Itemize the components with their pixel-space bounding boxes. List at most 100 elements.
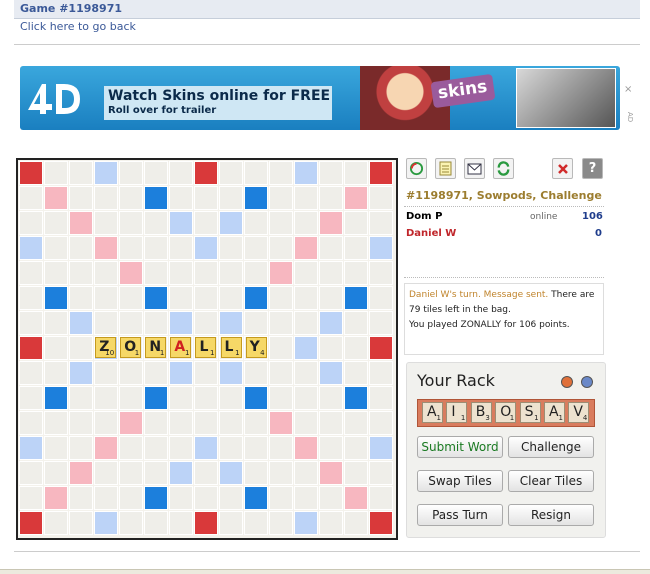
board-cell[interactable] bbox=[244, 486, 269, 511]
board-cell[interactable] bbox=[93, 185, 118, 210]
board-cell[interactable] bbox=[43, 185, 68, 210]
board-cell[interactable] bbox=[319, 210, 344, 235]
board-cell[interactable] bbox=[118, 185, 143, 210]
board-cell[interactable] bbox=[93, 411, 118, 436]
board-cell[interactable] bbox=[118, 386, 143, 411]
board-cell[interactable] bbox=[68, 310, 93, 335]
board-cell[interactable] bbox=[93, 436, 118, 461]
board-cell[interactable] bbox=[43, 386, 68, 411]
board-cell[interactable] bbox=[344, 160, 369, 185]
board-cell[interactable] bbox=[118, 310, 143, 335]
board-cell[interactable] bbox=[18, 335, 43, 360]
board-cell[interactable] bbox=[193, 386, 218, 411]
board-cell[interactable] bbox=[294, 160, 319, 185]
board-cell[interactable] bbox=[18, 361, 43, 386]
board-cell[interactable] bbox=[269, 335, 294, 360]
board-cell[interactable] bbox=[319, 260, 344, 285]
board-cell[interactable] bbox=[369, 386, 394, 411]
board-cell[interactable] bbox=[68, 461, 93, 486]
board-cell[interactable] bbox=[294, 511, 319, 536]
board-cell[interactable] bbox=[319, 386, 344, 411]
board-cell[interactable] bbox=[43, 235, 68, 260]
board-cell[interactable] bbox=[143, 160, 168, 185]
clear-tiles-button[interactable]: Clear Tiles bbox=[508, 470, 594, 492]
board-cell[interactable] bbox=[118, 411, 143, 436]
board-cell[interactable] bbox=[294, 411, 319, 436]
board-cell[interactable] bbox=[369, 511, 394, 536]
board-cell[interactable] bbox=[344, 436, 369, 461]
board-cell[interactable] bbox=[244, 235, 269, 260]
board-cell[interactable] bbox=[244, 461, 269, 486]
board-cell[interactable] bbox=[269, 461, 294, 486]
board-cell[interactable] bbox=[344, 411, 369, 436]
board-cell[interactable] bbox=[319, 185, 344, 210]
board-cell[interactable] bbox=[344, 486, 369, 511]
board-cell[interactable] bbox=[219, 260, 244, 285]
rack-tile[interactable]: O1 bbox=[495, 402, 517, 423]
board-cell[interactable] bbox=[244, 310, 269, 335]
board-cell[interactable] bbox=[319, 361, 344, 386]
board-cell[interactable] bbox=[319, 436, 344, 461]
board-cell[interactable] bbox=[244, 260, 269, 285]
board-cell[interactable] bbox=[193, 461, 218, 486]
board-cell[interactable] bbox=[118, 461, 143, 486]
board-cell[interactable] bbox=[294, 361, 319, 386]
board-cell[interactable] bbox=[68, 335, 93, 360]
board-cell[interactable] bbox=[369, 285, 394, 310]
board-cell[interactable] bbox=[118, 160, 143, 185]
board-cell[interactable] bbox=[193, 436, 218, 461]
board-cell[interactable] bbox=[68, 436, 93, 461]
board-cell[interactable] bbox=[294, 235, 319, 260]
board-cell[interactable] bbox=[193, 185, 218, 210]
board-cell[interactable] bbox=[18, 386, 43, 411]
board-cell[interactable] bbox=[319, 411, 344, 436]
board-cell[interactable] bbox=[369, 335, 394, 360]
board-cell[interactable] bbox=[344, 185, 369, 210]
board-cell[interactable] bbox=[344, 335, 369, 360]
notepad-icon[interactable] bbox=[435, 158, 456, 179]
board-cell[interactable] bbox=[244, 511, 269, 536]
board-cell[interactable] bbox=[269, 160, 294, 185]
board-cell[interactable] bbox=[219, 185, 244, 210]
board-cell[interactable] bbox=[68, 361, 93, 386]
board-cell[interactable] bbox=[43, 335, 68, 360]
board-cell[interactable] bbox=[168, 411, 193, 436]
board-cell[interactable] bbox=[294, 285, 319, 310]
board-cell[interactable] bbox=[18, 185, 43, 210]
board-cell[interactable] bbox=[18, 411, 43, 436]
board-cell[interactable] bbox=[18, 511, 43, 536]
board-cell[interactable] bbox=[93, 310, 118, 335]
board-cell[interactable] bbox=[269, 185, 294, 210]
board-cell[interactable] bbox=[18, 260, 43, 285]
board-cell[interactable] bbox=[193, 411, 218, 436]
board-cell[interactable] bbox=[369, 260, 394, 285]
board-cell[interactable] bbox=[244, 285, 269, 310]
rack-tile[interactable]: I1 bbox=[446, 402, 468, 423]
ad-banner[interactable]: Watch Skins online for FREE Roll over fo… bbox=[20, 66, 620, 130]
board-cell[interactable] bbox=[294, 486, 319, 511]
board-cell[interactable] bbox=[269, 210, 294, 235]
board-cell[interactable] bbox=[168, 436, 193, 461]
board-cell[interactable] bbox=[269, 411, 294, 436]
board-cell[interactable] bbox=[219, 361, 244, 386]
board-cell[interactable] bbox=[244, 436, 269, 461]
board-cell[interactable] bbox=[168, 361, 193, 386]
board-cell[interactable] bbox=[294, 260, 319, 285]
rack-tile[interactable]: V4 bbox=[568, 402, 590, 423]
board-cell[interactable] bbox=[143, 461, 168, 486]
board-cell[interactable] bbox=[294, 461, 319, 486]
blue-circle-icon[interactable] bbox=[581, 376, 593, 388]
board-cell[interactable] bbox=[369, 461, 394, 486]
board-cell[interactable] bbox=[244, 361, 269, 386]
board-cell[interactable] bbox=[118, 511, 143, 536]
board-cell[interactable] bbox=[193, 235, 218, 260]
rack-tile[interactable]: A1 bbox=[544, 402, 565, 423]
rack-tile[interactable]: A1 bbox=[422, 402, 443, 423]
board-cell[interactable] bbox=[369, 235, 394, 260]
board-cell[interactable] bbox=[43, 260, 68, 285]
board-cell[interactable] bbox=[43, 361, 68, 386]
board-cell[interactable] bbox=[168, 160, 193, 185]
board-cell[interactable] bbox=[118, 486, 143, 511]
board-cell[interactable] bbox=[269, 386, 294, 411]
board-cell[interactable] bbox=[319, 235, 344, 260]
